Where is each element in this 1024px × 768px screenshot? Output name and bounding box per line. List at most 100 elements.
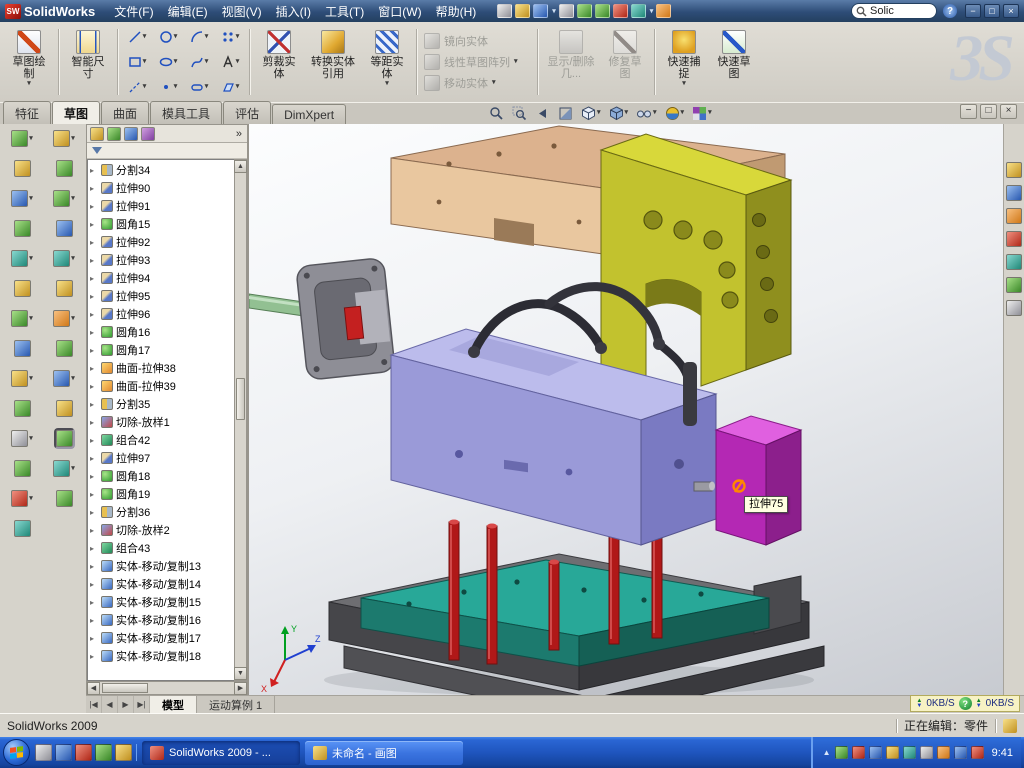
- convert-entities-button[interactable]: 转换实体引用: [304, 25, 362, 99]
- tray-icon[interactable]: [852, 746, 865, 759]
- tray-icon[interactable]: [835, 746, 848, 759]
- custom-properties-icon[interactable]: [1006, 300, 1022, 316]
- prev-tab-icon[interactable]: ◀: [102, 696, 118, 713]
- ellipse-tool-button[interactable]: ▾: [153, 50, 183, 74]
- left-toolbar-button[interactable]: ▾: [53, 310, 75, 327]
- tree-item[interactable]: ▸拉伸93: [88, 251, 234, 269]
- tree-item[interactable]: ▸圆角17: [88, 341, 234, 359]
- left-toolbar-button[interactable]: ▾: [11, 370, 33, 387]
- tree-item[interactable]: ▸组合43: [88, 539, 234, 557]
- scroll-down-icon[interactable]: ▼: [234, 667, 247, 680]
- first-tab-icon[interactable]: |◀: [86, 696, 102, 713]
- dropdown-icon[interactable]: ▾: [71, 375, 75, 383]
- tree-item[interactable]: ▸拉伸94: [88, 269, 234, 287]
- print-icon[interactable]: [559, 4, 574, 18]
- menu-view[interactable]: 视图(V): [215, 1, 269, 22]
- sketch-dropdown-icon[interactable]: ▾: [27, 80, 31, 88]
- scrollbar-thumb[interactable]: [236, 378, 245, 420]
- left-toolbar-button[interactable]: ▾: [53, 190, 75, 207]
- apply-scene-button[interactable]: ▾: [689, 104, 715, 123]
- expand-icon[interactable]: ▸: [90, 418, 98, 427]
- left-toolbar-button[interactable]: [14, 400, 31, 417]
- tree-item[interactable]: ▸分割34: [88, 161, 234, 179]
- close-button[interactable]: ×: [1003, 4, 1019, 18]
- expand-icon[interactable]: ▸: [90, 652, 98, 661]
- feature-manager-tree-icon[interactable]: [90, 127, 104, 141]
- tree-item[interactable]: ▸圆角18: [88, 467, 234, 485]
- left-toolbar-button[interactable]: ▾: [11, 310, 33, 327]
- start-button[interactable]: [3, 739, 30, 766]
- part-cavity-block[interactable]: [391, 329, 716, 545]
- expand-icon[interactable]: ▸: [90, 202, 98, 211]
- tree-item[interactable]: ▸拉伸97: [88, 449, 234, 467]
- dropdown-icon[interactable]: ▾: [514, 58, 518, 66]
- section-view-button[interactable]: [555, 104, 576, 123]
- move-entities-button[interactable]: 移动实体▾: [421, 74, 533, 92]
- browser-icon[interactable]: [55, 744, 72, 761]
- file-explorer-icon[interactable]: [1006, 208, 1022, 224]
- quick-snaps-button[interactable]: 快速捕捉 ▾: [659, 25, 709, 99]
- tree-item[interactable]: ▸组合42: [88, 431, 234, 449]
- expand-icon[interactable]: ▸: [90, 328, 98, 337]
- display-delete-relations-button[interactable]: 显示/删除几...: [542, 25, 600, 99]
- redo-icon[interactable]: [595, 4, 610, 18]
- offset-dropdown-icon[interactable]: ▾: [385, 80, 389, 88]
- tree-item[interactable]: ▸分割36: [88, 503, 234, 521]
- left-toolbar-button[interactable]: ▾: [11, 490, 33, 507]
- dropdown-icon[interactable]: ▾: [236, 83, 240, 91]
- expand-icon[interactable]: ▸: [90, 544, 98, 553]
- tree-item[interactable]: ▸圆角19: [88, 485, 234, 503]
- linear-sketch-pattern-button[interactable]: 线性草图阵列▾: [421, 53, 533, 71]
- next-tab-icon[interactable]: ▶: [118, 696, 134, 713]
- left-toolbar-button[interactable]: [56, 430, 73, 447]
- dropdown-icon[interactable]: ▾: [236, 33, 240, 41]
- dimxpert-manager-icon[interactable]: [141, 127, 155, 141]
- scroll-right-icon[interactable]: ▶: [234, 682, 247, 695]
- tree-item[interactable]: ▸拉伸96: [88, 305, 234, 323]
- zoom-area-button[interactable]: [509, 104, 530, 123]
- left-toolbar-button[interactable]: [14, 220, 31, 237]
- minimize-button[interactable]: −: [965, 4, 981, 18]
- dropdown-icon[interactable]: ▾: [29, 315, 33, 323]
- doc-restore-button[interactable]: □: [980, 104, 997, 119]
- expand-icon[interactable]: ▸: [90, 310, 98, 319]
- left-toolbar-button[interactable]: [14, 460, 31, 477]
- tab-dimxpert[interactable]: DimXpert: [272, 104, 346, 124]
- left-toolbar-button[interactable]: [14, 160, 31, 177]
- tree-item[interactable]: ▸实体-移动/复制13: [88, 557, 234, 575]
- folder-shortcut-icon[interactable]: [115, 744, 132, 761]
- tree-vertical-scrollbar[interactable]: ▲ ▼: [234, 159, 247, 681]
- restore-button[interactable]: □: [984, 4, 1000, 18]
- dropdown-icon[interactable]: ▾: [29, 195, 33, 203]
- tray-icon[interactable]: [886, 746, 899, 759]
- tab-model[interactable]: 模型: [150, 696, 197, 713]
- expand-icon[interactable]: ▸: [90, 490, 98, 499]
- menu-window[interactable]: 窗口(W): [371, 1, 428, 22]
- tray-expand-icon[interactable]: ▲: [823, 748, 831, 757]
- tree-item[interactable]: ▸实体-移动/复制16: [88, 611, 234, 629]
- search-input[interactable]: [870, 5, 932, 17]
- mirror-entities-button[interactable]: 镜向实体: [421, 32, 533, 50]
- tree-item[interactable]: ▸分割35: [88, 395, 234, 413]
- netmon-help-icon[interactable]: ?: [959, 697, 972, 710]
- rectangle-tool-button[interactable]: ▾: [122, 50, 152, 74]
- solidworks-shortcut-icon[interactable]: [75, 744, 92, 761]
- dropdown-icon[interactable]: ▾: [71, 315, 75, 323]
- menu-edit[interactable]: 编辑(E): [161, 1, 215, 22]
- text-tool-button[interactable]: ▾: [215, 50, 245, 74]
- sketch-pattern-tool-button[interactable]: ▾: [215, 25, 245, 49]
- left-toolbar-button[interactable]: ▾: [53, 370, 75, 387]
- expand-icon[interactable]: ▸: [90, 634, 98, 643]
- left-toolbar-button[interactable]: ▾: [53, 250, 75, 267]
- panel-more-icon[interactable]: »: [236, 128, 244, 140]
- tree-item[interactable]: ▸实体-移动/复制15: [88, 593, 234, 611]
- left-toolbar-button[interactable]: ▾: [11, 130, 33, 147]
- menu-help[interactable]: 帮助(H): [429, 1, 484, 22]
- tree-item[interactable]: ▸切除-放样1: [88, 413, 234, 431]
- left-toolbar-button[interactable]: ▾: [53, 130, 75, 147]
- left-toolbar-button[interactable]: [14, 280, 31, 297]
- expand-icon[interactable]: ▸: [90, 184, 98, 193]
- offset-entities-button[interactable]: 等距实体 ▾: [362, 25, 412, 99]
- dropdown-icon[interactable]: ▾: [236, 58, 240, 66]
- sketch-button[interactable]: 草图绘制 ▾: [4, 25, 54, 99]
